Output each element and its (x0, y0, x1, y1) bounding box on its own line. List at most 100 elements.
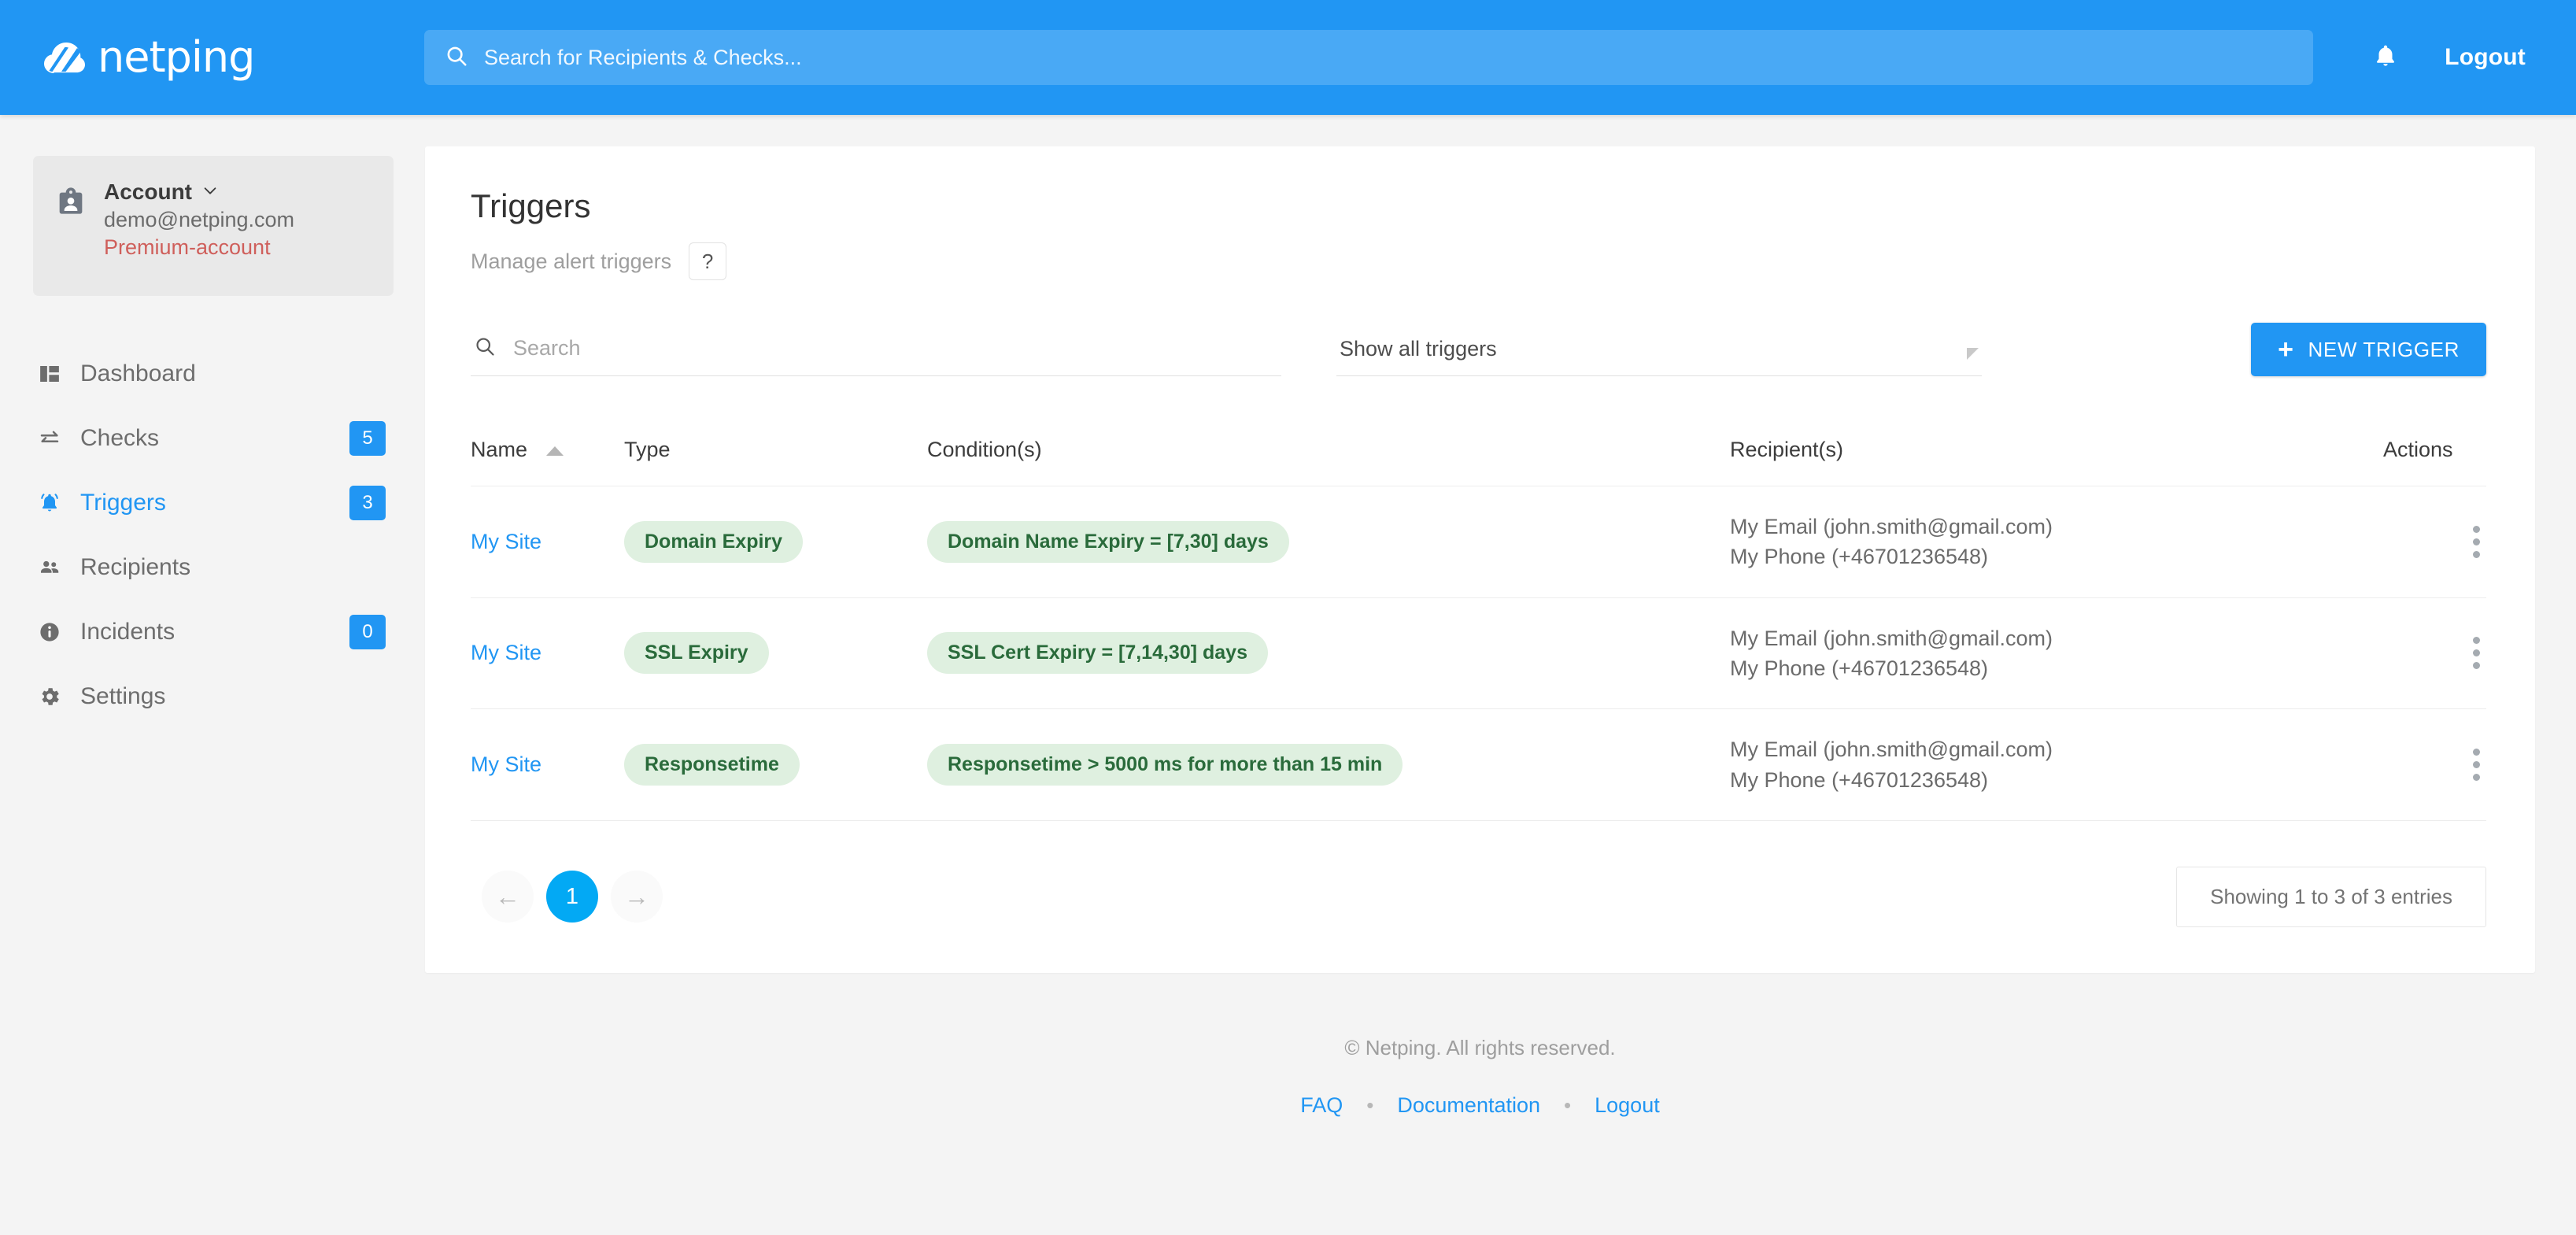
cell-name: My Site (471, 597, 624, 710)
triggers-card: Triggers Manage alert triggers ? Search (425, 146, 2535, 973)
sidebar-badge-checks: 5 (349, 421, 386, 456)
pagination-prev-button[interactable]: ← (482, 871, 534, 923)
kebab-menu-icon[interactable] (2383, 749, 2486, 782)
column-header-recipients[interactable]: Recipient(s) (1730, 438, 2383, 486)
plus-icon: + (2278, 335, 2294, 364)
entries-summary: Showing 1 to 3 of 3 entries (2176, 866, 2486, 927)
sidebar-item-incidents[interactable]: Incidents 0 (33, 600, 394, 664)
new-trigger-label: NEW TRIGGER (2308, 337, 2460, 361)
recipient-phone: My Phone (+46701236548) (1730, 767, 1988, 792)
info-circle-icon (36, 619, 63, 645)
table-row: My Site SSL Expiry SSL Cert Expiry = [7,… (471, 597, 2486, 710)
condition-badge: Domain Name Expiry = [7,30] days (927, 520, 1289, 563)
table-head: Name Type Condition(s) Recipient(s) Acti… (471, 438, 2486, 486)
cell-condition: Domain Name Expiry = [7,30] days (927, 486, 1730, 598)
search-icon (445, 44, 468, 72)
sidebar-item-triggers[interactable]: Triggers 3 (33, 471, 394, 535)
global-search-input[interactable]: Search for Recipients & Checks... (424, 30, 2313, 85)
condition-badge: SSL Cert Expiry = [7,14,30] days (927, 632, 1268, 675)
brand-name: netping (98, 32, 255, 82)
dashboard-icon (36, 361, 63, 387)
column-header-name-label: Name (471, 438, 528, 461)
brand-logo[interactable]: netping (43, 36, 424, 79)
pagination-row: ← 1 → Showing 1 to 3 of 3 entries (471, 866, 2486, 927)
column-header-type[interactable]: Type (624, 438, 927, 486)
cell-condition: Responsetime > 5000 ms for more than 15 … (927, 708, 1730, 821)
account-card[interactable]: Account demo@netping.com Premium-account (33, 156, 394, 296)
gear-icon (36, 683, 63, 710)
trigger-name-link[interactable]: My Site (471, 641, 541, 664)
page-subtitle-row: Manage alert triggers ? (471, 242, 2486, 280)
page-title: Triggers (471, 187, 591, 224)
cell-type: SSL Expiry (624, 597, 927, 710)
search-input[interactable]: Search (471, 335, 1281, 376)
table-row: My Site Domain Expiry Domain Name Expiry… (471, 486, 2486, 598)
sidebar-item-label: Triggers (80, 490, 166, 516)
help-button[interactable]: ? (689, 242, 727, 280)
column-header-conditions[interactable]: Condition(s) (927, 438, 1730, 486)
sidebar-item-settings[interactable]: Settings (33, 664, 394, 729)
kebab-menu-icon[interactable] (2383, 525, 2486, 558)
triggers-table: Name Type Condition(s) Recipient(s) Acti… (471, 438, 2486, 821)
sidebar-item-checks[interactable]: Checks 5 (33, 406, 394, 471)
column-header-actions: Actions (2383, 438, 2486, 486)
sidebar-item-label: Settings (80, 683, 166, 709)
swap-arrows-icon (36, 425, 63, 452)
account-plan-badge: Premium-account (104, 235, 271, 259)
cell-actions (2383, 486, 2486, 598)
cloud-swoosh-icon (43, 39, 87, 76)
table-header-row: Name Type Condition(s) Recipient(s) Acti… (471, 438, 2486, 486)
trigger-name-link[interactable]: My Site (471, 530, 541, 553)
dropdown-caret-icon (1967, 348, 1979, 360)
footer-separator: • (1564, 1093, 1572, 1117)
footer: © Netping. All rights reserved. FAQ • Do… (425, 973, 2535, 1118)
chevron-down-icon[interactable] (201, 179, 219, 205)
new-trigger-button[interactable]: + NEW TRIGGER (2251, 323, 2486, 376)
footer-link-logout[interactable]: Logout (1595, 1093, 1660, 1118)
sidebar-item-recipients[interactable]: Recipients (33, 535, 394, 600)
cell-type: Domain Expiry (624, 486, 927, 598)
recipient-email: My Email (john.smith@gmail.com) (1730, 515, 2053, 538)
page-subtitle: Manage alert triggers (471, 249, 672, 273)
recipient-email: My Email (john.smith@gmail.com) (1730, 738, 2053, 762)
sidebar-badge-triggers: 3 (349, 486, 386, 520)
sidebar: Account demo@netping.com Premium-account (0, 115, 425, 729)
account-email: demo@netping.com (104, 208, 295, 231)
trigger-filter-value: Show all triggers (1340, 337, 1497, 361)
cell-condition: SSL Cert Expiry = [7,14,30] days (927, 597, 1730, 710)
footer-links: FAQ • Documentation • Logout (425, 1093, 2535, 1118)
sidebar-item-label: Incidents (80, 619, 176, 645)
top-header-bar: netping Search for Recipients & Checks..… (0, 0, 2576, 115)
page-layout: Account demo@netping.com Premium-account (0, 115, 2576, 1118)
contact-card-icon (55, 187, 87, 223)
sidebar-nav: Dashboard Checks 5 Triggers 3 Recipients… (33, 342, 394, 729)
people-icon (36, 554, 63, 581)
kebab-menu-icon[interactable] (2383, 637, 2486, 670)
sidebar-item-label: Checks (80, 425, 160, 451)
condition-badge: Responsetime > 5000 ms for more than 15 … (927, 744, 1403, 786)
trigger-filter-select[interactable]: Show all triggers (1336, 337, 1982, 376)
pagination-next-button[interactable]: → (611, 871, 663, 923)
table-body: My Site Domain Expiry Domain Name Expiry… (471, 486, 2486, 821)
cell-recipients: My Email (john.smith@gmail.com) My Phone… (1730, 597, 2383, 710)
sidebar-badge-incidents: 0 (349, 615, 386, 649)
header-logout-link[interactable]: Logout (2445, 44, 2526, 71)
cell-name: My Site (471, 708, 624, 821)
column-header-name[interactable]: Name (471, 438, 624, 486)
recipient-phone: My Phone (+46701236548) (1730, 656, 1988, 680)
cell-recipients: My Email (john.smith@gmail.com) My Phone… (1730, 708, 2383, 821)
bell-ring-icon (36, 490, 63, 516)
sidebar-item-label: Recipients (80, 554, 191, 580)
footer-link-documentation[interactable]: Documentation (1397, 1093, 1540, 1118)
sidebar-item-dashboard[interactable]: Dashboard (33, 342, 394, 406)
cell-actions (2383, 708, 2486, 821)
type-badge: Responsetime (624, 744, 800, 786)
search-icon (474, 335, 496, 361)
trigger-name-link[interactable]: My Site (471, 752, 541, 776)
footer-copyright: © Netping. All rights reserved. (1344, 1035, 1616, 1059)
pagination-page-1[interactable]: 1 (546, 871, 598, 923)
bell-icon[interactable] (2372, 43, 2399, 73)
footer-link-faq[interactable]: FAQ (1300, 1093, 1343, 1118)
sort-asc-icon (545, 446, 564, 456)
footer-separator: • (1366, 1093, 1374, 1117)
